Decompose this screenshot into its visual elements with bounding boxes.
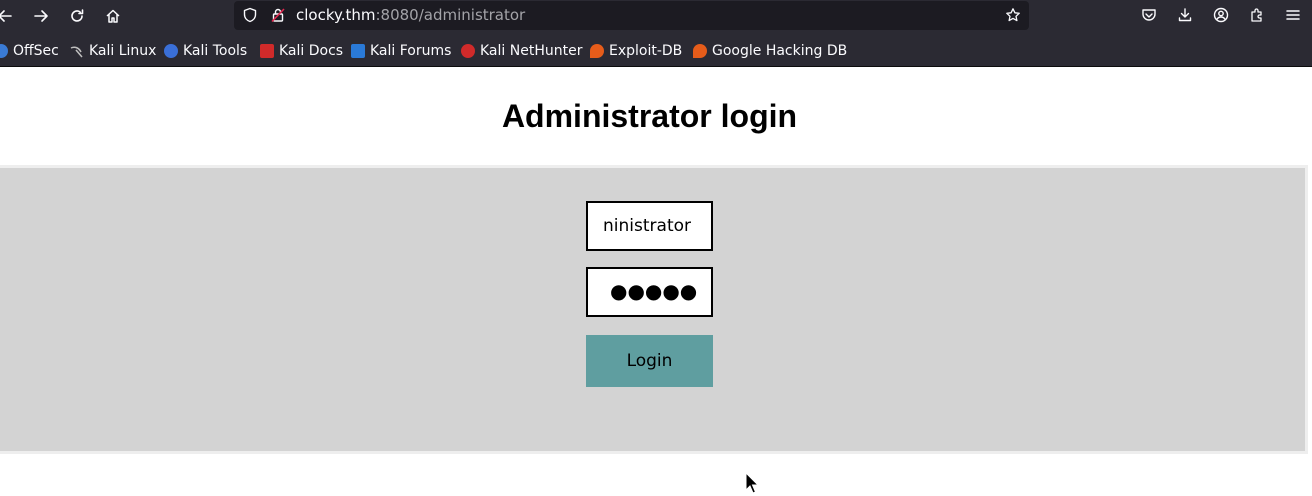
kali-tools-icon: [164, 44, 178, 58]
kali-docs-icon: [260, 44, 274, 58]
bookmark-kali-forums[interactable]: Kali Forums: [351, 40, 451, 62]
kali-forums-icon: [351, 44, 365, 58]
login-button-label: Login: [626, 351, 673, 371]
pocket-icon: [1142, 9, 1156, 21]
login-button[interactable]: Login: [586, 335, 713, 387]
bookmark-label: Exploit-DB: [609, 43, 683, 59]
mouse-cursor-icon: [745, 472, 759, 494]
password-mask: ●●●●●: [610, 279, 698, 303]
bookmark-kali-linux[interactable]: Kali Linux: [70, 40, 156, 62]
pocket-button[interactable]: [1140, 6, 1158, 24]
kali-dragon-icon: [70, 44, 84, 58]
bookmark-google-hacking-db[interactable]: Google Hacking DB: [693, 40, 847, 62]
extensions-button[interactable]: [1248, 6, 1266, 24]
bookmark-kali-tools[interactable]: Kali Tools: [164, 40, 247, 62]
menu-icon: [1286, 10, 1300, 20]
forward-icon: [34, 10, 48, 22]
password-input[interactable]: ●●●●●: [586, 267, 713, 317]
extensions-icon: [1251, 8, 1262, 22]
page-title: Administrator login: [501, 98, 798, 134]
offsec-icon: [0, 44, 8, 58]
bookmark-label: Kali Docs: [279, 43, 344, 59]
bookmark-label: Kali NetHunter: [480, 43, 583, 59]
url-host: clocky.thm: [296, 6, 376, 24]
bookmark-label: Kali Forums: [370, 43, 452, 59]
downloads-button[interactable]: [1176, 6, 1194, 24]
bookmark-label: OffSec: [13, 43, 59, 59]
username-input[interactable]: ninistrator: [586, 201, 713, 251]
shield-icon[interactable]: [242, 7, 258, 23]
bookmark-label: Google Hacking DB: [712, 43, 848, 59]
url-text[interactable]: clocky.thm:8080/administrator: [296, 6, 525, 24]
url-path: :8080/administrator: [375, 6, 526, 24]
forward-button[interactable]: [28, 3, 54, 29]
account-button[interactable]: [1212, 6, 1230, 24]
bookmark-exploit-db[interactable]: Exploit-DB: [590, 40, 682, 62]
bookmark-label: Kali Tools: [183, 43, 248, 59]
reload-icon: [71, 9, 84, 22]
lock-icon[interactable]: [270, 7, 286, 23]
bookmark-offsec[interactable]: OffSec: [0, 40, 59, 62]
bookmark-label: Kali Linux: [89, 43, 157, 59]
account-icon: [1213, 7, 1229, 23]
back-button[interactable]: [0, 3, 18, 29]
star-icon[interactable]: [1005, 7, 1021, 23]
username-value: ninistrator: [603, 216, 691, 236]
url-bar[interactable]: clocky.thm:8080/administrator: [234, 1, 1029, 30]
kali-nethunter-icon: [461, 44, 475, 58]
download-icon: [1178, 8, 1192, 22]
bookmark-kali-nethunter[interactable]: Kali NetHunter: [461, 40, 582, 62]
menu-button[interactable]: [1284, 6, 1302, 24]
ghdb-icon: [693, 44, 707, 58]
browser-toolbar: clocky.thm:8080/administrator OffSec Kal…: [0, 0, 1312, 67]
home-icon: [106, 9, 120, 23]
bookmarks-toolbar: OffSec Kali Linux Kali Tools Kali Docs K…: [0, 38, 1312, 64]
reload-button[interactable]: [64, 3, 90, 29]
home-button[interactable]: [100, 3, 126, 29]
exploit-db-icon: [590, 44, 604, 58]
back-icon: [0, 10, 12, 22]
bookmark-kali-docs[interactable]: Kali Docs: [260, 40, 343, 62]
